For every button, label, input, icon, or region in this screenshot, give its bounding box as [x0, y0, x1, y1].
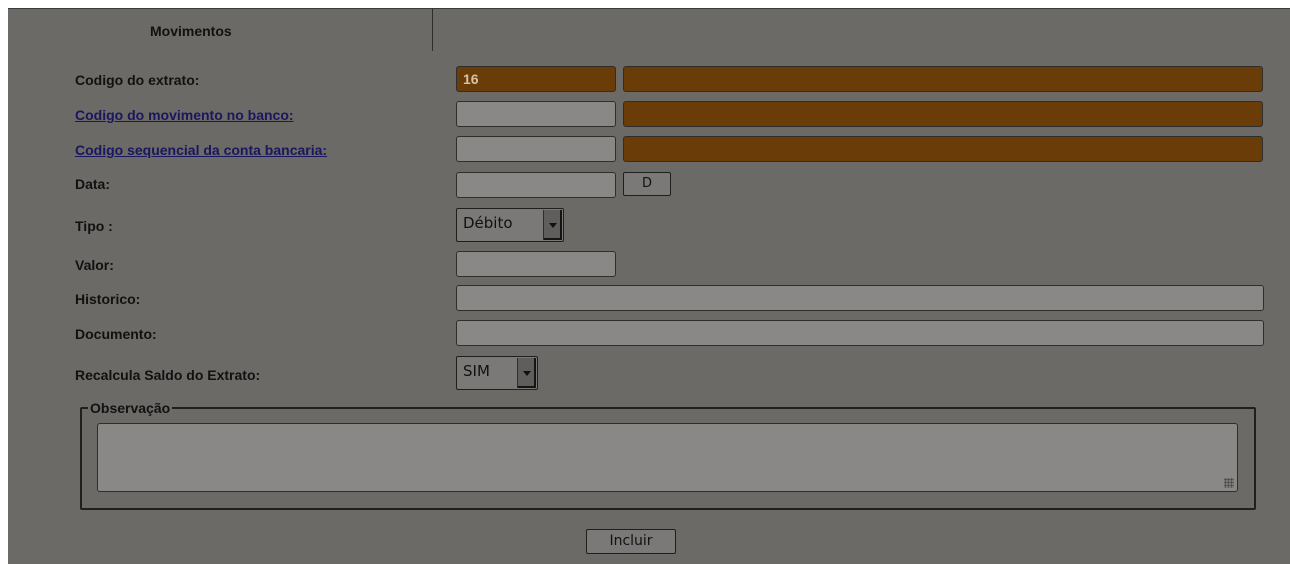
recalcula-select[interactable]: SIM [456, 356, 538, 390]
tipo-selected-value: Débito [463, 214, 513, 232]
valor-label: Valor: [75, 257, 114, 273]
codigo-movimento-link[interactable]: Codigo do movimento no banco: [75, 107, 294, 123]
data-label: Data: [75, 176, 111, 192]
codigo-movimento-input[interactable] [456, 101, 616, 127]
documento-label: Documento: [75, 326, 157, 342]
codigo-extrato-label: Codigo do extrato: [75, 72, 200, 88]
codigo-movimento-description [623, 101, 1263, 127]
chevron-down-icon [517, 358, 536, 388]
observacao-textarea[interactable] [97, 423, 1238, 492]
tipo-select[interactable]: Débito [456, 208, 564, 242]
tab-movimentos[interactable]: Movimentos [8, 9, 433, 51]
observacao-legend: Observação [90, 400, 171, 416]
codigo-extrato-input[interactable]: 16 [456, 66, 616, 92]
historico-input[interactable] [456, 285, 1264, 311]
tipo-label: Tipo : [75, 218, 113, 234]
historico-label: Historico: [75, 291, 141, 307]
codigo-sequencial-description [623, 136, 1263, 162]
resize-grip-icon[interactable] [1224, 478, 1234, 488]
codigo-sequencial-link[interactable]: Codigo sequencial da conta bancaria: [75, 142, 327, 158]
incluir-button[interactable]: Incluir [586, 529, 676, 554]
documento-input[interactable] [456, 320, 1264, 346]
data-input[interactable] [456, 172, 616, 198]
recalcula-selected-value: SIM [463, 362, 490, 380]
tab-label: Movimentos [150, 23, 232, 39]
chevron-down-icon [543, 210, 562, 240]
codigo-sequencial-input[interactable] [456, 136, 616, 162]
valor-input[interactable] [456, 251, 616, 277]
date-picker-button[interactable]: D [623, 172, 671, 196]
recalcula-label: Recalcula Saldo do Extrato: [75, 367, 261, 383]
codigo-extrato-description [623, 66, 1263, 92]
